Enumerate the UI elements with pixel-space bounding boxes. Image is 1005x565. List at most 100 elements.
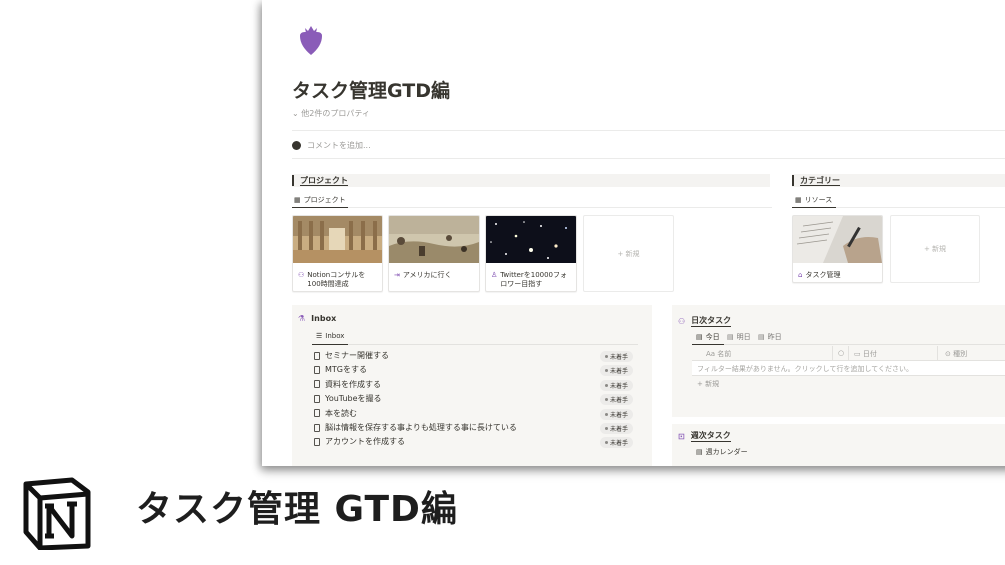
project-card-label: アメリカに行く (402, 271, 452, 279)
categories-view-tab-label: リソース (804, 196, 833, 204)
status-label: 未着手 (610, 426, 629, 433)
status-dot (605, 398, 608, 402)
calendar-icon: ▤ (696, 448, 703, 456)
list-item[interactable]: 資料を作成する (314, 379, 381, 390)
status-dot (605, 369, 608, 373)
strawberry-icon[interactable] (296, 22, 326, 58)
tab-underline (292, 207, 348, 208)
comment-placeholder: コメントを追加... (307, 141, 371, 150)
list-item[interactable]: アカウントを作成する (314, 436, 405, 447)
column-type[interactable]: ⊙ 種別 (945, 349, 967, 359)
project-card[interactable]: ⚇ Notionコンサルを100時間達成 (292, 215, 383, 292)
status-badge[interactable]: 未着手 (600, 365, 634, 377)
list-item-label: アカウントを作成する (325, 437, 405, 447)
page-icon (314, 365, 320, 374)
gallery-cover-image (486, 216, 576, 263)
calendar-icon: ▤ (727, 333, 734, 341)
list-item[interactable]: セミナー開催する (314, 350, 389, 361)
table-header: Aa 名前 ○ ▭ 日付 ⊙ 種別 (692, 346, 1005, 361)
column-type-label: 種別 (953, 350, 968, 358)
list-item-label: YouTubeを撮る (325, 394, 382, 404)
inbox-view-tab-label: Inbox (325, 332, 345, 340)
list-item[interactable]: 脳は情報を保存する事よりも処理する事に長けている (314, 422, 517, 433)
divider (348, 207, 772, 208)
daily-heading[interactable]: ⚇ 日次タスク (678, 315, 732, 327)
status-badge[interactable]: 未着手 (600, 437, 634, 449)
status-label: 未着手 (610, 440, 629, 448)
page-icon (314, 423, 320, 432)
gallery-icon: ▦ (795, 196, 802, 204)
empty-filter-row[interactable]: フィルター結果がありません。クリックして行を追加してください。 (692, 361, 1005, 376)
list-item[interactable]: 本を読む (314, 408, 357, 419)
tab-today-label: 今日 (705, 333, 720, 341)
category-card[interactable]: ⌂ タスク管理 (792, 215, 883, 283)
avatar (292, 141, 301, 150)
status-dot (605, 441, 608, 445)
column-date[interactable]: ▭ 日付 (854, 349, 877, 359)
column-name[interactable]: Aa 名前 (706, 349, 731, 359)
new-row-button[interactable]: + 新規 (697, 379, 719, 389)
status-badge[interactable]: 未着手 (600, 394, 634, 406)
projects-view-tab[interactable]: ▦ プロジェクト (294, 195, 346, 205)
project-card-label: Twitterを10000フォロワー目指す (500, 271, 568, 288)
tab-tomorrow-label: 明日 (736, 333, 751, 341)
weekly-title: 週次タスク (690, 431, 731, 442)
gallery-cover-image (293, 216, 382, 263)
comment-input[interactable]: コメントを追加... (292, 140, 371, 151)
tab-weekly-calendar[interactable]: ▤ 週カレンダー (696, 447, 748, 457)
divider (836, 207, 1005, 208)
status-label: 未着手 (610, 368, 629, 376)
weekly-heading[interactable]: ⊡ 週次タスク (678, 430, 731, 442)
new-project-card[interactable]: + 新規 (583, 215, 674, 292)
project-card[interactable]: ⇥ アメリカに行く (388, 215, 480, 292)
people-icon: ⚇ (678, 316, 686, 326)
page-title: タスク管理GTD編 (292, 80, 450, 102)
list-item-label: 本を読む (325, 408, 357, 418)
list-item[interactable]: MTGをする (314, 364, 367, 375)
status-badge[interactable]: 未着手 (600, 423, 634, 434)
inbox-view-tab[interactable]: ☰ Inbox (316, 332, 344, 340)
list-item-label: セミナー開催する (325, 351, 389, 360)
tab-underline (792, 207, 836, 208)
status-icon[interactable]: ○ (838, 349, 844, 357)
status-label: 未着手 (610, 354, 629, 361)
gallery-icon: ▦ (294, 196, 301, 204)
project-card-caption: ⇥ アメリカに行く (389, 267, 479, 284)
project-card[interactable]: ♙ Twitterを10000フォロワー目指す (485, 215, 577, 292)
status-label: 未着手 (610, 382, 629, 390)
status-badge[interactable]: 未着手 (600, 408, 634, 420)
category-card-caption: ⌂ タスク管理 (793, 267, 882, 282)
project-card-caption: ♙ Twitterを10000フォロワー目指す (486, 267, 576, 291)
tab-tomorrow[interactable]: ▤ 明日 (727, 332, 751, 342)
empty-filter-message: フィルター結果がありません。クリックして行を追加してください。 (697, 365, 914, 373)
flask-icon: ⚗ (298, 314, 306, 323)
new-row-label: + 新規 (697, 380, 720, 388)
new-category-card[interactable]: + 新規 (890, 215, 980, 283)
tab-today[interactable]: ▤ 今日 (696, 332, 720, 342)
section-bar (292, 175, 294, 186)
status-badge[interactable]: 未着手 (600, 351, 634, 362)
categories-heading[interactable]: カテゴリー (792, 174, 1005, 187)
projects-heading[interactable]: プロジェクト (292, 174, 770, 187)
properties-toggle[interactable]: ⌄ 他2件のプロパティ (292, 108, 370, 119)
tab-yesterday[interactable]: ▤ 昨日 (758, 332, 782, 342)
inbox-heading[interactable]: ⚗ Inbox (298, 314, 336, 323)
home-icon: ⌂ (798, 271, 803, 279)
status-badge[interactable]: 未着手 (600, 379, 634, 391)
section-bar (792, 175, 794, 186)
inbox-title: Inbox (311, 314, 337, 323)
projector-icon: ⊡ (678, 431, 685, 441)
page-icon (314, 437, 320, 446)
column-divider (937, 346, 938, 360)
rocket-icon: ♙ (491, 271, 498, 279)
status-label: 未着手 (610, 397, 629, 405)
column-divider (848, 346, 849, 360)
categories-view-tab[interactable]: ▦ リソース (795, 195, 832, 205)
project-card-label: Notionコンサルを100時間達成 (307, 271, 366, 288)
project-card-caption: ⚇ Notionコンサルを100時間達成 (293, 267, 382, 291)
status-dot (605, 412, 608, 416)
divider (292, 158, 1005, 159)
tab-weekly-calendar-label: 週カレンダー (705, 448, 748, 456)
status-dot (605, 427, 608, 430)
list-item[interactable]: YouTubeを撮る (314, 393, 382, 404)
